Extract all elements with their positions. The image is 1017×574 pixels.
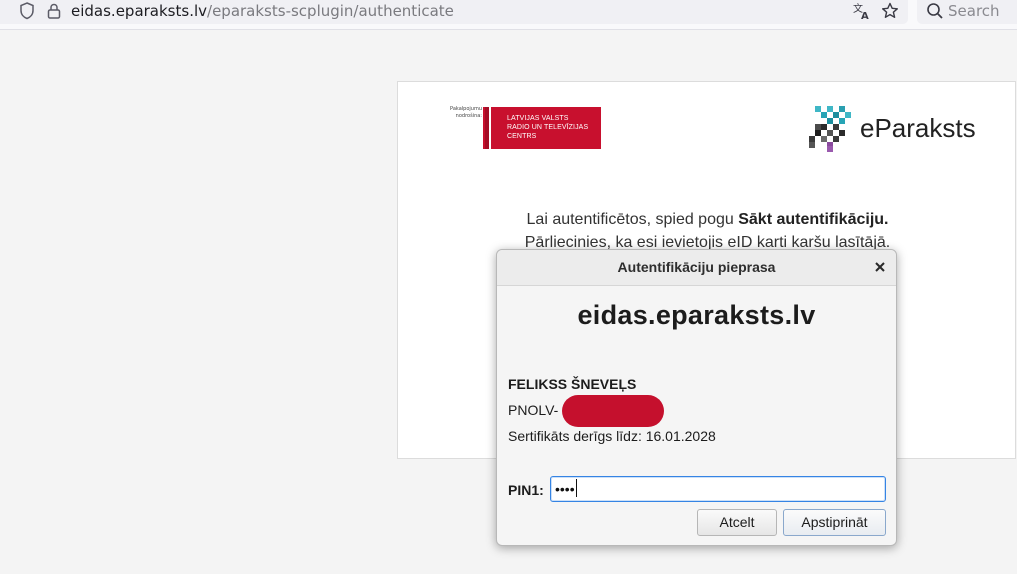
provider-note: Pakalpojumu nodrošina: bbox=[450, 106, 482, 119]
dialog-header: Autentifikāciju pieprasa bbox=[497, 250, 896, 286]
shield-icon[interactable] bbox=[17, 1, 37, 21]
dialog-domain: eidas.eparaksts.lv bbox=[577, 300, 816, 330]
pin-input[interactable]: •••• bbox=[550, 476, 886, 502]
instructions: Lai autentificētos, spied pogu Sākt aute… bbox=[398, 208, 1017, 254]
eparaksts-logo-mark bbox=[809, 106, 851, 152]
redaction-mark bbox=[562, 395, 664, 427]
close-icon[interactable] bbox=[871, 258, 889, 276]
search-bar[interactable]: Search bbox=[917, 0, 1017, 24]
browser-toolbar: eidas.eparaksts.lv/eparaksts-scplugin/au… bbox=[0, 0, 1017, 30]
url-domain: eidas.eparaksts.lv bbox=[71, 2, 208, 20]
cert-id: PNOLV- bbox=[508, 402, 559, 418]
star-icon[interactable] bbox=[880, 1, 900, 21]
url-bar[interactable]: eidas.eparaksts.lv/eparaksts-scplugin/au… bbox=[0, 0, 908, 24]
pin-value: •••• bbox=[555, 481, 575, 497]
instruction-line-1: Lai autentificētos, spied pogu Sākt aute… bbox=[398, 208, 1017, 231]
cert-holder-name: FELIKSS ŠNEVEĻS bbox=[508, 376, 637, 392]
translate-icon[interactable]: 文A bbox=[852, 1, 872, 22]
confirm-button[interactable]: Apstiprināt bbox=[783, 509, 886, 536]
lvrtc-logo-mark bbox=[485, 107, 491, 149]
instruction-bold: Sākt autentifikāciju. bbox=[738, 211, 889, 228]
url-text[interactable]: eidas.eparaksts.lv/eparaksts-scplugin/au… bbox=[71, 0, 454, 22]
lock-icon[interactable] bbox=[44, 1, 64, 21]
lvrtc-logo: LATVIJAS VALSTS RADIO UN TELEVĪZIJAS CEN… bbox=[483, 107, 601, 149]
cancel-button[interactable]: Atcelt bbox=[697, 509, 777, 536]
eparaksts-wordmark: eParaksts bbox=[860, 113, 976, 143]
url-path: /eparaksts-scplugin/authenticate bbox=[207, 2, 454, 20]
cert-validity: Sertifikāts derīgs līdz: 16.01.2028 bbox=[508, 428, 716, 444]
text-caret bbox=[575, 479, 577, 497]
search-icon bbox=[925, 1, 945, 21]
search-placeholder: Search bbox=[948, 2, 1000, 20]
instruction-prefix: Lai autentificētos, spied pogu bbox=[526, 211, 739, 228]
lvrtc-logo-text: LATVIJAS VALSTS RADIO UN TELEVĪZIJAS CEN… bbox=[507, 115, 589, 140]
pin-label: PIN1: bbox=[508, 482, 544, 498]
svg-text:A: A bbox=[861, 11, 869, 21]
dialog-title: Autentifikāciju pieprasa bbox=[617, 259, 776, 275]
auth-dialog: Autentifikāciju pieprasa eidas.eparaksts… bbox=[496, 249, 897, 546]
